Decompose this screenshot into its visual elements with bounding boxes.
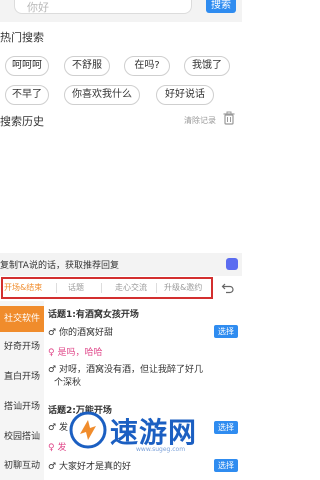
category-item[interactable]: 直白开场 <box>0 364 44 390</box>
male-icon: ♂ <box>48 365 57 375</box>
female-icon: ♀ <box>48 348 55 358</box>
undo-icon[interactable] <box>221 282 235 294</box>
search-placeholder: 你好 <box>27 1 49 14</box>
female-icon: ♀ <box>48 443 55 453</box>
category-item[interactable]: 社交软件 <box>0 306 44 332</box>
hot-tag[interactable]: 你喜欢我什么 <box>64 85 140 105</box>
dialog-line: ♂ 大家好才是真的好 <box>48 459 131 472</box>
watermark-url: www.sugeg.com <box>136 446 186 453</box>
dialog-text: 大家好才是真的好 <box>58 462 131 472</box>
male-icon: ♂ <box>48 462 57 472</box>
watermark-text: 速游网 <box>110 416 198 449</box>
dialog-line: ♀ 是吗，哈哈 <box>48 345 102 358</box>
copy-tip: 复制TA说的话，获取推荐回复 <box>0 261 119 271</box>
dialog-text: 发 <box>58 423 68 433</box>
hot-tag[interactable]: 呵呵呵 <box>5 56 49 76</box>
dialog-line: ♂ 发 <box>48 420 68 433</box>
topic-title: 话题1:有酒窝女孩开场 <box>48 310 139 320</box>
hot-tag[interactable]: 不舒服 <box>64 56 110 76</box>
category-item[interactable]: 搭讪开场 <box>0 394 44 420</box>
trash-icon[interactable] <box>222 111 236 125</box>
search-bar: 你好 搜索 <box>0 0 242 22</box>
hot-tag[interactable]: 我饿了 <box>184 56 230 76</box>
clear-history-button[interactable]: 清除记录 <box>184 115 216 126</box>
dialog-line: ♀ 发 <box>48 440 66 453</box>
watermark-logo-icon <box>69 411 107 449</box>
category-item[interactable]: 初聊互动 <box>0 453 44 479</box>
search-input[interactable]: 你好 <box>14 0 192 14</box>
select-button[interactable]: 选择 <box>214 421 238 434</box>
category-item[interactable]: 好奇开场 <box>0 334 44 360</box>
dialog-text: 个深秋 <box>54 378 82 388</box>
dialog-text: 发 <box>57 443 67 453</box>
male-icon: ♂ <box>48 328 57 338</box>
select-button[interactable]: 选择 <box>214 325 238 338</box>
dialog-text: 你的酒窝好甜 <box>58 328 113 338</box>
dialog-line: ♂ 你的酒窝好甜 <box>48 325 113 338</box>
hot-tag[interactable]: 不早了 <box>5 85 49 105</box>
dialog-text: 是吗，哈哈 <box>57 348 103 358</box>
dialog-text: 对呀，酒窝没有酒，但让我醉了好几 <box>58 365 203 375</box>
dialog-line: ♂ 对呀，酒窝没有酒，但让我醉了好几 <box>48 362 203 375</box>
hot-tag[interactable]: 好好说话 <box>156 85 214 105</box>
select-button[interactable]: 选择 <box>214 459 238 472</box>
dialog-line: 个深秋 <box>54 375 81 388</box>
tab-highlight-box <box>1 277 213 299</box>
hot-tag[interactable]: 在吗? <box>124 56 170 76</box>
app-logo-icon[interactable] <box>226 258 238 270</box>
male-icon: ♂ <box>48 423 57 433</box>
search-button[interactable]: 搜索 <box>206 0 236 13</box>
hot-search-title: 热门搜索 <box>0 31 44 44</box>
history-title: 搜索历史 <box>0 115 44 128</box>
category-item[interactable]: 校园搭讪 <box>0 424 44 450</box>
